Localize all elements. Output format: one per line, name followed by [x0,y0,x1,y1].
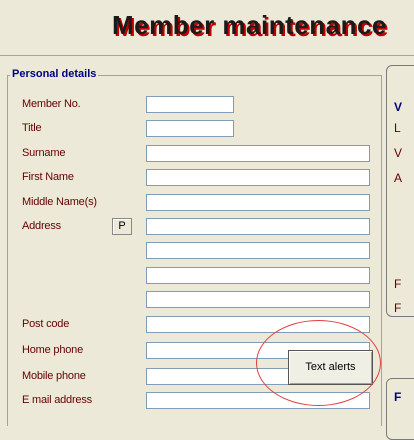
middle-names-label: Middle Name(s) [22,196,97,208]
right-panel-legend: V [394,100,403,114]
right-panel-label: V [394,146,403,160]
address-label: Address [22,220,61,232]
post-code-label: Post code [22,318,70,330]
right-panel-bottom [386,378,414,440]
member-no-label: Member No. [22,98,81,110]
personal-details-legend: Personal details [10,68,99,80]
title-label: Title [22,122,42,134]
post-code-field[interactable] [146,316,370,333]
title-field[interactable] [146,120,234,137]
email-label: E mail address [22,394,92,406]
right-panel-label: F [394,301,402,315]
email-field[interactable] [146,392,370,409]
surname-label: Surname [22,147,66,159]
address-line-3-field[interactable] [146,267,370,284]
middle-names-field[interactable] [146,194,370,211]
home-phone-label: Home phone [22,344,83,356]
address-line-1-field[interactable] [146,218,370,235]
text-alerts-button[interactable]: Text alerts [288,350,373,385]
address-lookup-button[interactable]: P [112,218,132,235]
page-title: Member maintenance [112,10,387,40]
header-bar: Member maintenance [0,0,414,56]
mobile-phone-label: Mobile phone [22,370,86,382]
surname-field[interactable] [146,145,370,162]
right-panel-bottom-legend: F [394,390,402,404]
first-name-label: First Name [22,171,74,183]
first-name-field[interactable] [146,169,370,186]
address-line-4-field[interactable] [146,291,370,308]
right-panel-label: F [394,277,402,291]
address-line-2-field[interactable] [146,242,370,259]
member-no-field[interactable] [146,96,234,113]
right-panel-label: A [394,171,403,185]
right-panel-label: L [394,121,401,135]
